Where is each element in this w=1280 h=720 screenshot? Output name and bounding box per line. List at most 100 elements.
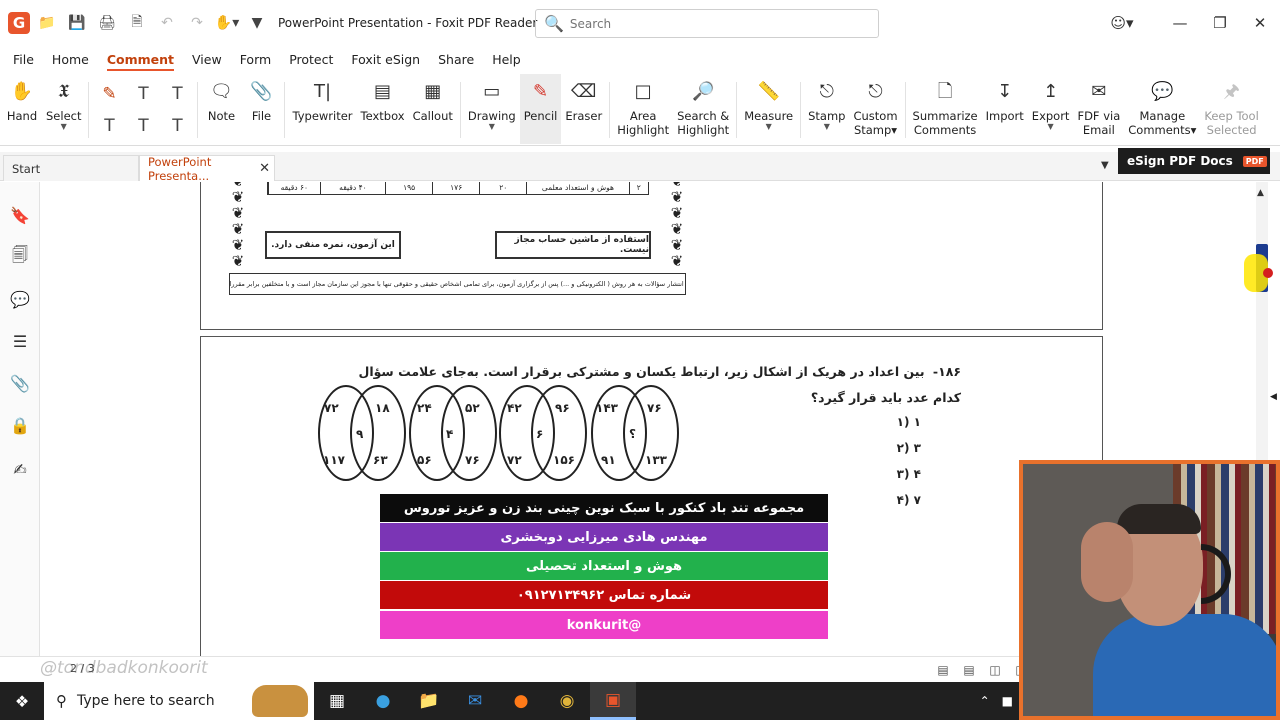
facing-view-icon[interactable]: ◫ (982, 661, 1008, 679)
security-lock-icon[interactable]: 🔒 (9, 414, 31, 436)
chevron-down-icon: ▼ (488, 122, 495, 131)
typewriter-button[interactable]: T| Typewriter (288, 74, 356, 144)
select-text-icon: 𝖃 (58, 81, 70, 102)
tray-overflow-icon[interactable]: ⌃ (980, 694, 990, 708)
task-view-icon[interactable]: ▦ (314, 682, 360, 720)
manage-comments-icon: 💬 (1151, 81, 1174, 102)
foxit-window: G 📁 💾 🖨 🗎 ↶ ↷ ✋▾ ▼ PowerPoint Presentati… (0, 0, 1280, 720)
insert-text-icon[interactable]: T (160, 110, 194, 142)
print-icon[interactable]: 🖨 (94, 10, 120, 36)
hand-button[interactable]: ✋ Hand (2, 74, 42, 144)
select-button[interactable]: 𝖃 Select ▼ (42, 74, 85, 144)
summarize-icon: 🗋 (937, 81, 953, 102)
pdf-page-1: ❦❦❦❦❦❦ ❦❦❦❦❦❦ ۲ هوش و استعداد معلمی ۲۰ ۱… (200, 182, 1103, 330)
search-box[interactable]: 🔍 (535, 9, 879, 38)
squiggly-text-icon[interactable]: T (160, 78, 194, 110)
menu-help[interactable]: Help (483, 48, 530, 72)
menu-comment[interactable]: Comment (98, 48, 183, 72)
highlight-icon[interactable]: ✎ (92, 78, 126, 110)
tab-document[interactable]: PowerPoint Presenta... ✕ (139, 155, 275, 183)
drawing-button[interactable]: ▭ Drawing ▼ (464, 74, 520, 144)
webcam-person-hand (1081, 522, 1133, 602)
customize-dropdown-icon[interactable]: ▼ (244, 10, 270, 36)
file-explorer-icon[interactable]: 📁 (406, 682, 452, 720)
open-folder-icon[interactable]: 📁 (34, 10, 60, 36)
firefox-icon[interactable]: ● (498, 682, 544, 720)
page-indicator[interactable]: 2 / 3 (70, 662, 95, 675)
textbox-button[interactable]: ▤ Textbox (357, 74, 409, 144)
chrome-icon[interactable]: ◉ (544, 682, 590, 720)
underline-text-icon[interactable]: T (126, 78, 160, 110)
webcam-person-hair (1117, 504, 1201, 534)
menu-file[interactable]: File (4, 48, 43, 72)
comments-icon[interactable]: 💬 (9, 288, 31, 310)
area-highlight-button[interactable]: □ Area Highlight (613, 74, 673, 144)
fdf-email-button[interactable]: ✉ FDF via Email (1073, 74, 1124, 144)
menu-form[interactable]: Form (231, 48, 281, 72)
file-attach-button[interactable]: 📎 File (241, 74, 281, 144)
summarize-comments-button[interactable]: 🗋 Summarize Comments (909, 74, 982, 144)
collapse-right-panel-icon[interactable]: ◀ (1270, 392, 1277, 402)
taskbar-search[interactable]: ⚲ Type here to search (44, 682, 314, 720)
measure-button[interactable]: 📏 Measure ▼ (740, 74, 797, 144)
hand-tool-quick-icon[interactable]: ✋▾ (214, 10, 240, 36)
export-button[interactable]: ↥ Export ▼ (1028, 74, 1074, 144)
scroll-up-icon[interactable]: ▲ (1257, 188, 1264, 198)
signature-icon[interactable]: ✍ (9, 458, 31, 480)
bookmark-icon[interactable]: 🔖 (9, 204, 31, 226)
search-input[interactable] (569, 16, 870, 31)
minimize-button[interactable]: — (1160, 0, 1200, 46)
single-page-view-icon[interactable]: ▤ (930, 661, 956, 679)
edge-icon[interactable]: ● (360, 682, 406, 720)
tab-start[interactable]: Start (3, 155, 139, 181)
save-icon[interactable]: 💾 (64, 10, 90, 36)
redo-icon[interactable]: ↷ (184, 10, 210, 36)
custom-stamp-icon: ⎋ (868, 81, 883, 102)
pencil-button[interactable]: ✎ Pencil (519, 74, 562, 144)
menu-view[interactable]: View (183, 48, 231, 72)
strikeout-text-icon[interactable]: T (92, 110, 126, 142)
manage-comments-button[interactable]: 💬 Manage Comments▾ (1124, 74, 1200, 144)
close-button[interactable]: ✕ (1240, 0, 1280, 46)
ribbon-separator (88, 82, 90, 138)
callout-button[interactable]: ▦ Callout (409, 74, 457, 144)
import-button[interactable]: ↧ Import (982, 74, 1028, 144)
close-tab-icon[interactable]: ✕ (259, 161, 270, 176)
note-button[interactable]: 🗨 Note (201, 74, 241, 144)
window-controls: ☺▾ — ❐ ✕ (1100, 0, 1280, 46)
custom-stamp-button[interactable]: ⎋ Custom Stamp▾ (849, 74, 901, 144)
chevron-down-icon: ▼ (765, 122, 772, 131)
tab-list-dropdown-icon[interactable]: ▼ (1101, 160, 1109, 171)
continuous-view-icon[interactable]: ▤ (956, 661, 982, 679)
attachments-icon[interactable]: 📎 (9, 372, 31, 394)
undo-icon[interactable]: ↶ (154, 10, 180, 36)
answer-options: ۱ (۱ ۳ (۲ ۴ (۳ ۷ (۴ (861, 409, 921, 513)
replace-text-icon[interactable]: T (126, 110, 160, 142)
pdf-page-2: ۱۸۶- بین اعداد در هریک از اشکال زیر، ارت… (200, 336, 1103, 656)
option-2: ۳ (۲ (896, 441, 921, 455)
windows-start-icon[interactable]: ❖ (0, 682, 44, 720)
foxit-taskbar-icon[interactable]: ▣ (590, 682, 636, 720)
esign-pdf-docs-button[interactable]: eSign PDF Docs PDF (1118, 148, 1270, 174)
mail-icon[interactable]: ✉ (452, 682, 498, 720)
foxit-logo-icon: G (8, 12, 30, 34)
menu-protect[interactable]: Protect (280, 48, 342, 72)
account-icon[interactable]: ☺▾ (1100, 0, 1144, 46)
eraser-button[interactable]: ⌫ Eraser (561, 74, 606, 144)
channel-watermark: @tondbadkonkoorit (40, 658, 208, 678)
pages-icon[interactable]: 🗐 (9, 245, 31, 268)
ribbon-toolbar: ✋ Hand 𝖃 Select ▼ ✎ T T T T T 🗨 Note 📎 F… (0, 74, 1280, 146)
print-preview-icon[interactable]: 🗎 (124, 10, 150, 36)
menu-share[interactable]: Share (429, 48, 483, 72)
menu-home[interactable]: Home (43, 48, 98, 72)
menu-foxit-esign[interactable]: Foxit eSign (342, 48, 429, 72)
tray-app-icon[interactable]: ■ (1002, 694, 1013, 708)
search-highlight-button[interactable]: 🔎 Search & Highlight (673, 74, 733, 144)
ribbon-separator (800, 82, 802, 138)
pin-icon: 🖈 (1223, 81, 1240, 102)
title-bar: G 📁 💾 🖨 🗎 ↶ ↷ ✋▾ ▼ PowerPoint Presentati… (0, 0, 1280, 46)
restore-button[interactable]: ❐ (1200, 0, 1240, 46)
layers-icon[interactable]: ☰ (9, 330, 31, 352)
keep-tool-selected-button[interactable]: 🖈 Keep Tool Selected (1200, 74, 1262, 144)
stamp-button[interactable]: ⎋ Stamp ▼ (804, 74, 849, 144)
